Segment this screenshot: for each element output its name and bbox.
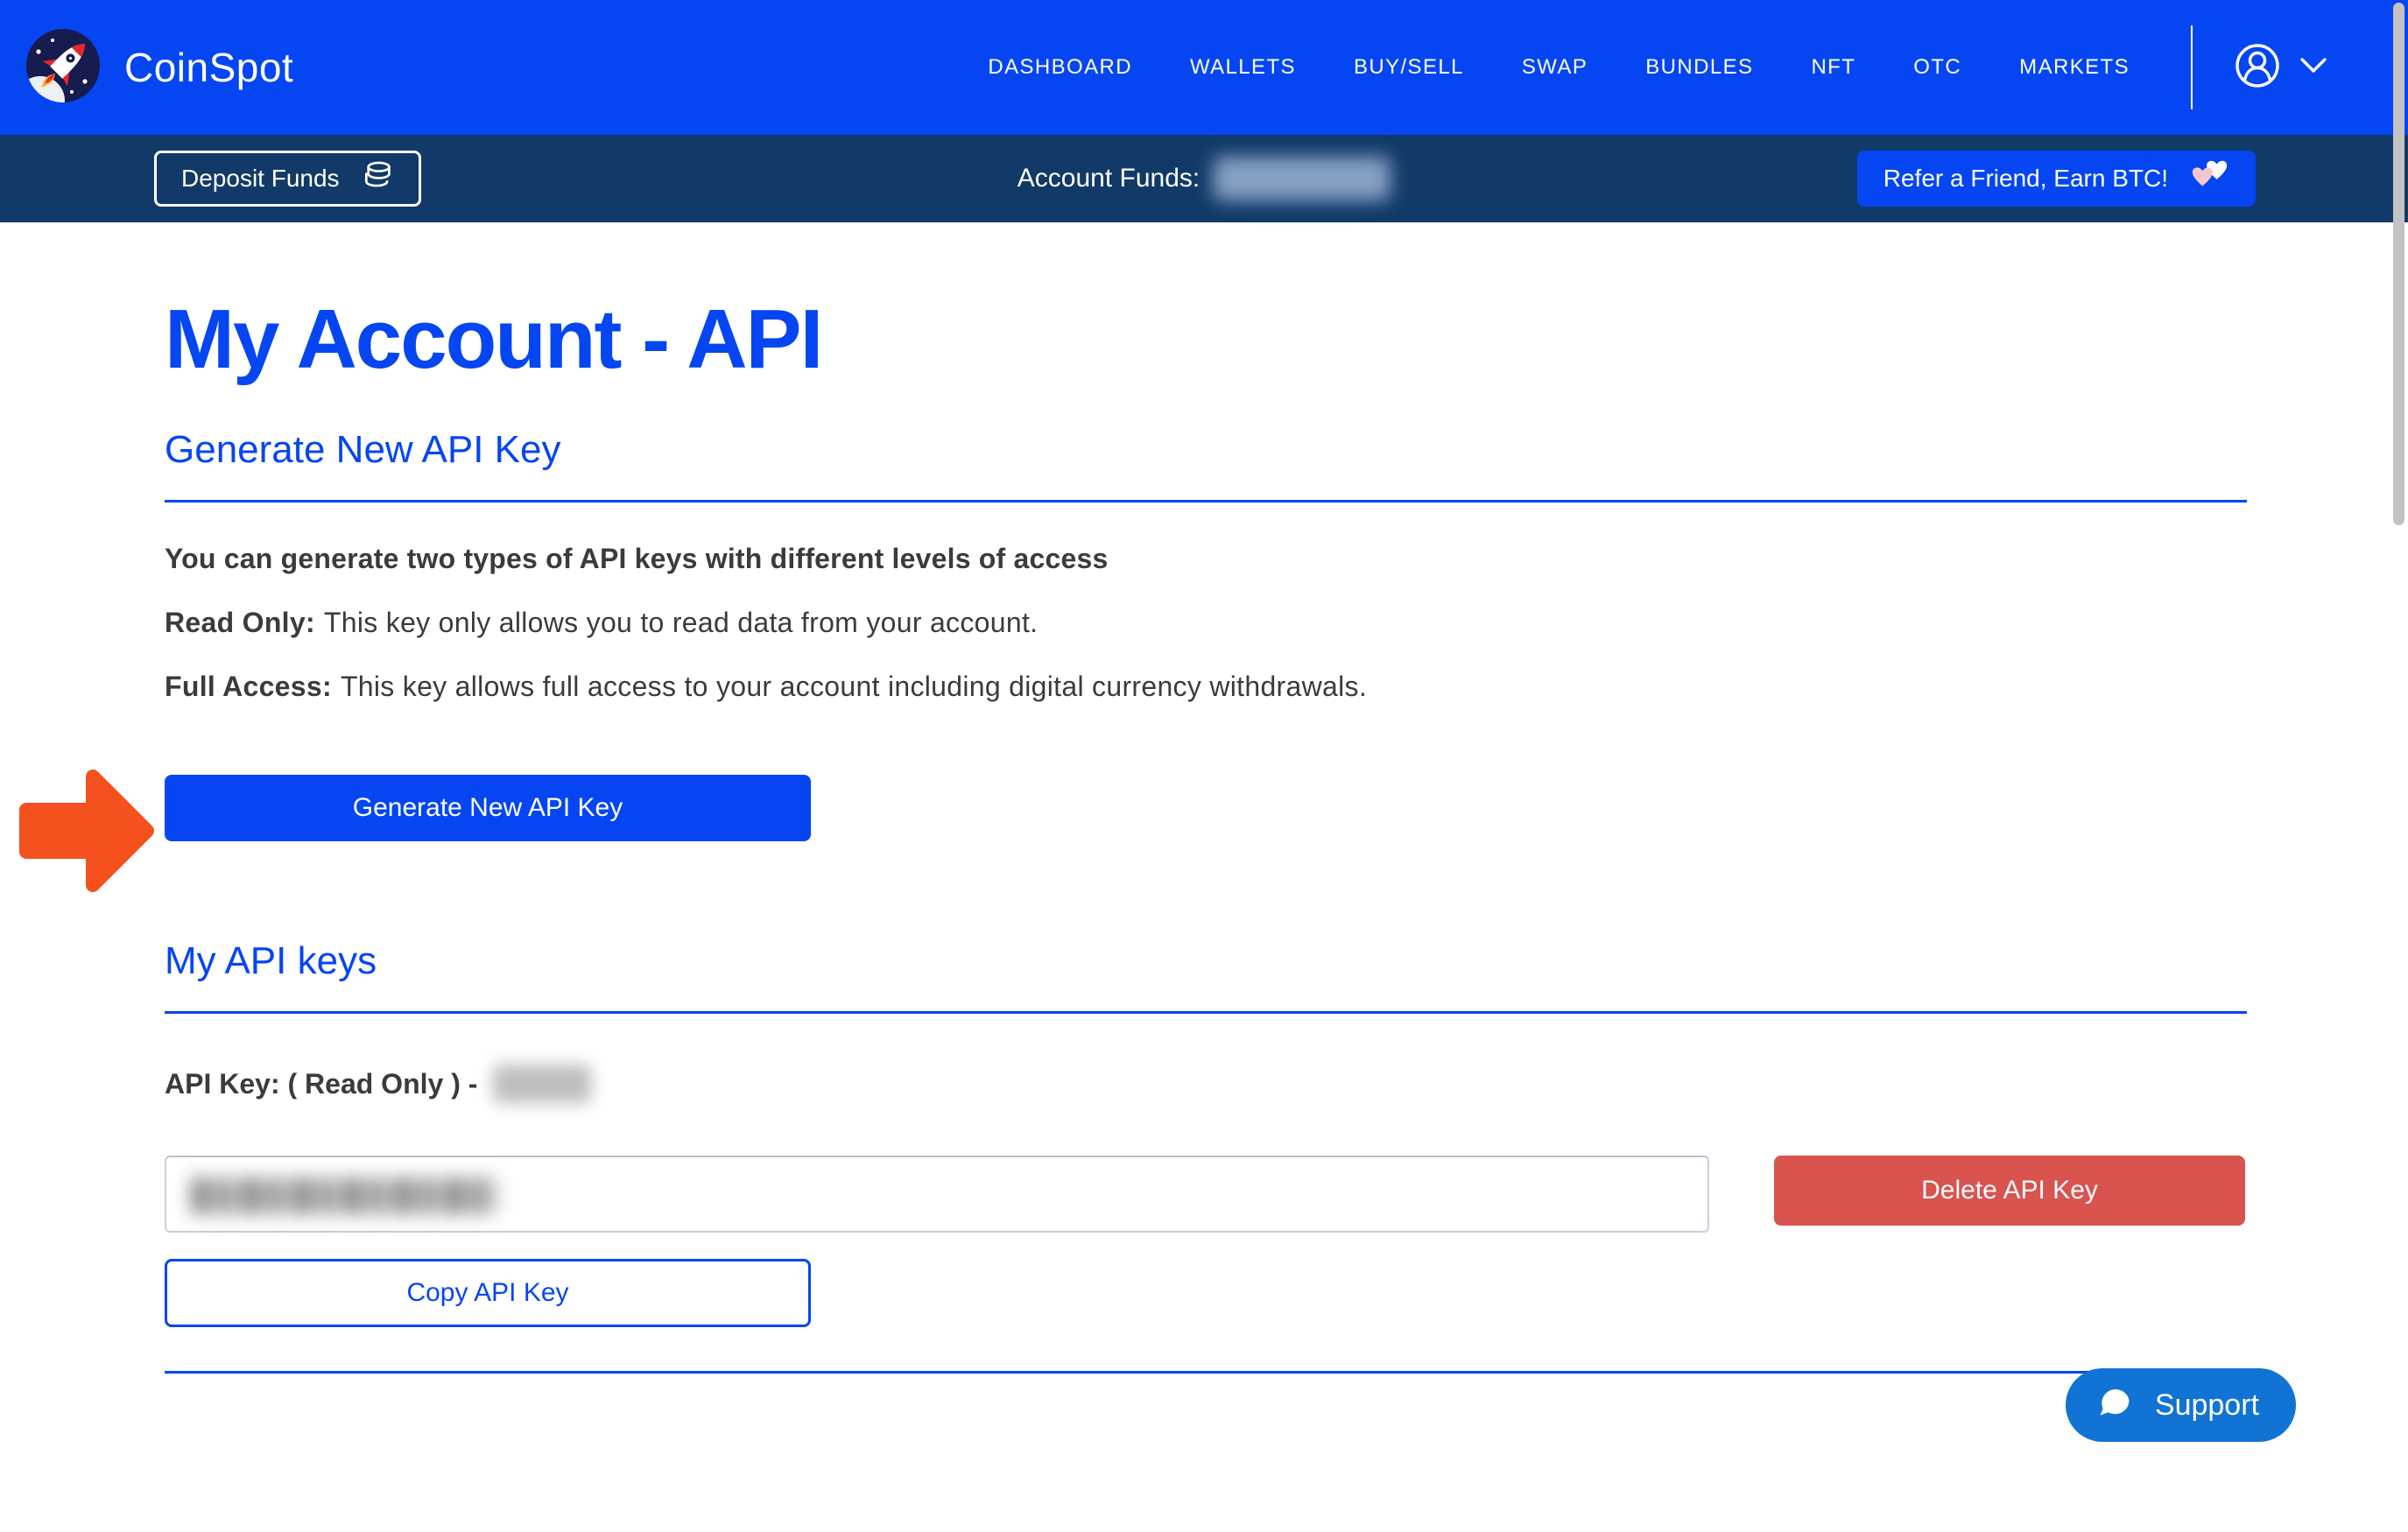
read-only-description: Read Only: This key only allows you to re… [165, 607, 2247, 639]
deposit-funds-button[interactable]: Deposit Funds [154, 151, 421, 207]
generate-api-key-button[interactable]: Generate New API Key [165, 775, 811, 841]
full-access-label: Full Access: [165, 671, 332, 702]
my-api-keys-heading: My API keys [165, 939, 2247, 983]
account-funds: Account Funds: [1017, 135, 1391, 222]
brand-name: CoinSpot [124, 44, 293, 91]
full-access-description: Full Access: This key allows full access … [165, 671, 2247, 703]
copy-api-key-button[interactable]: Copy API Key [165, 1259, 811, 1327]
double-hearts-icon [2189, 158, 2229, 200]
callout-arrow-icon [18, 763, 156, 903]
nav-link-wallets[interactable]: WALLETS [1190, 55, 1296, 80]
chat-bubble-icon [2095, 1382, 2134, 1429]
nav-link-nft[interactable]: NFT [1811, 55, 1855, 80]
support-label: Support [2155, 1388, 2259, 1423]
top-navbar: CoinSpot DASHBOARD WALLETS BUY/SELL SWAP… [0, 0, 2408, 135]
redacted-account-funds-value [1214, 157, 1391, 200]
coinspot-api-page: CoinSpot DASHBOARD WALLETS BUY/SELL SWAP… [0, 0, 2408, 1532]
support-button[interactable]: Support [2066, 1368, 2296, 1442]
account-menu[interactable] [2235, 43, 2408, 93]
nav-divider [2191, 25, 2193, 109]
main-content: My Account - API Generate New API Key Yo… [165, 222, 2247, 1374]
api-key-row: Delete API Key [165, 1156, 2247, 1233]
refer-friend-label: Refer a Friend, Earn BTC! [1883, 165, 2168, 193]
refer-friend-button[interactable]: Refer a Friend, Earn BTC! [1857, 151, 2256, 207]
delete-api-key-button[interactable]: Delete API Key [1774, 1156, 2245, 1226]
nav-link-swap[interactable]: SWAP [1522, 55, 1588, 80]
chevron-down-icon [2299, 57, 2327, 79]
full-access-text: This key allows full access to your acco… [341, 671, 1367, 702]
nav-link-dashboard[interactable]: DASHBOARD [988, 55, 1132, 80]
nav-link-bundles[interactable]: BUNDLES [1645, 55, 1753, 80]
redacted-api-key-id [493, 1065, 591, 1103]
read-only-text: This key only allows you to read data fr… [324, 607, 1038, 638]
account-funds-label: Account Funds: [1017, 164, 1200, 193]
brand-home-link[interactable]: CoinSpot [26, 29, 293, 107]
api-key-label-row: API Key: ( Read Only ) - [165, 1065, 2247, 1103]
main-nav: DASHBOARD WALLETS BUY/SELL SWAP BUNDLES … [988, 55, 2130, 80]
section-divider [165, 500, 2247, 502]
generate-section-heading: Generate New API Key [165, 428, 2247, 472]
account-subnav: Deposit Funds Account Funds: Refer a Fri… [0, 135, 2408, 222]
coinspot-logo-icon [26, 29, 100, 107]
section-divider [165, 1371, 2247, 1374]
read-only-label: Read Only: [165, 607, 315, 638]
deposit-funds-label: Deposit Funds [181, 165, 340, 193]
nav-link-otc[interactable]: OTC [1913, 55, 1961, 80]
page-title: My Account - API [165, 292, 2247, 388]
coin-stack-icon [361, 159, 394, 199]
api-key-field[interactable] [165, 1156, 1709, 1233]
nav-link-markets[interactable]: MARKETS [2019, 55, 2130, 80]
scrollbar-thumb[interactable] [2393, 3, 2404, 525]
api-key-intro-text: You can generate two types of API keys w… [165, 543, 2247, 575]
nav-link-buy-sell[interactable]: BUY/SELL [1354, 55, 1464, 80]
section-divider [165, 1011, 2247, 1014]
api-key-label: API Key: ( Read Only ) - [165, 1068, 477, 1100]
user-circle-icon [2235, 43, 2280, 93]
redacted-api-key-value [191, 1177, 497, 1214]
